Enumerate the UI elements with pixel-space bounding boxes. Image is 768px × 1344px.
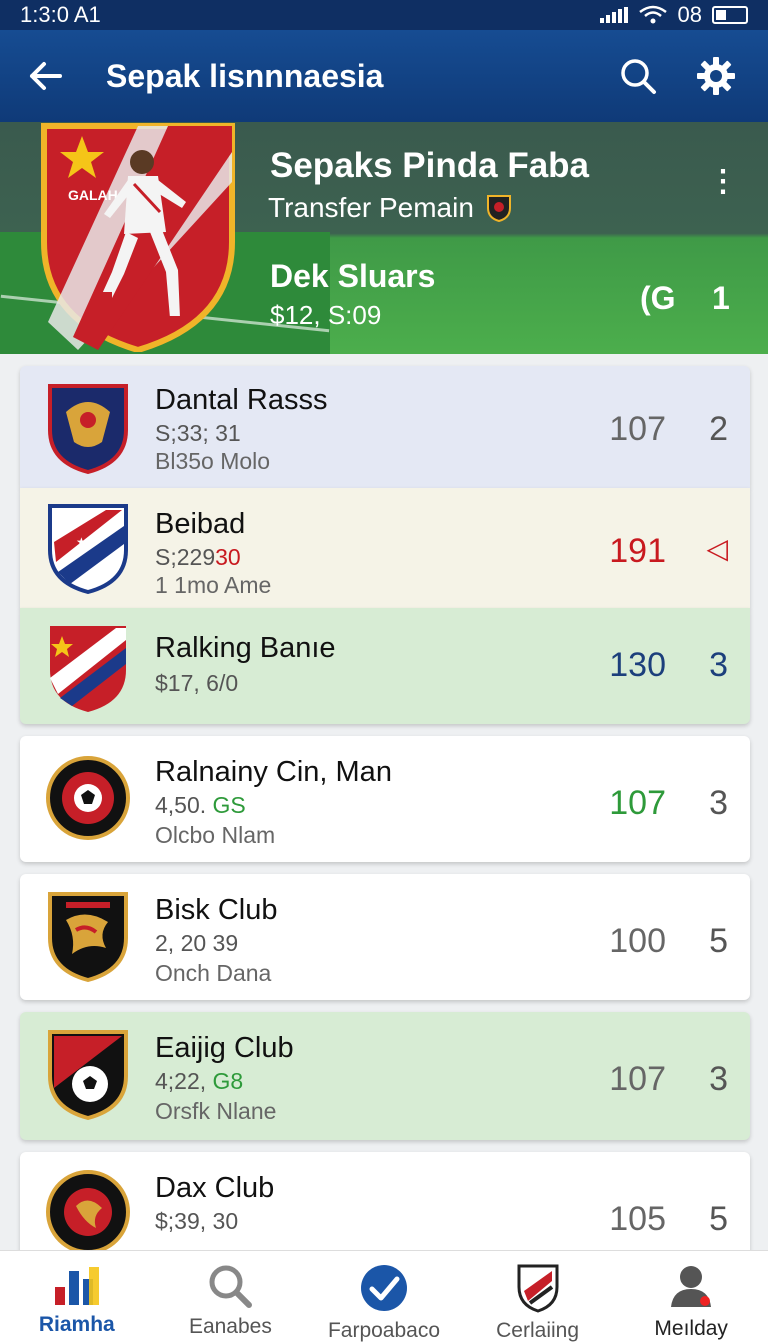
gold-round-crest-icon bbox=[46, 1170, 130, 1254]
club-subline: Bl35o Molo bbox=[155, 448, 271, 474]
shield-icon bbox=[517, 1264, 559, 1313]
nav-label: Eanabes bbox=[188, 1315, 272, 1338]
search-icon bbox=[209, 1265, 253, 1308]
price-highlight: 30 bbox=[215, 544, 241, 570]
featured-title: Sepaks Pinda Faba bbox=[270, 146, 590, 185]
nav-item-farpoabaco[interactable]: Farpoabaco bbox=[307, 1251, 461, 1344]
dragon-crest-icon bbox=[48, 892, 128, 982]
club-card[interactable]: Ralnainy Cin, Man 4,50. GS Olcbo Nlam 10… bbox=[20, 736, 750, 862]
check-circle-icon bbox=[360, 1265, 407, 1311]
search-button[interactable] bbox=[614, 52, 662, 100]
featured-club-crest-icon: GALAH bbox=[41, 123, 235, 352]
striped-shield-crest-icon: ★ bbox=[48, 504, 128, 594]
club-score: 130 bbox=[609, 646, 666, 684]
cell-signal-icon bbox=[599, 7, 628, 23]
club-subline: Olcbo Nlam bbox=[155, 822, 276, 848]
featured-transfer-card[interactable]: GALAH Sepaks Pinda Faba Transfer Pemain … bbox=[0, 122, 768, 354]
club-rank: 5 bbox=[709, 1200, 728, 1238]
featured-code: (G bbox=[640, 280, 676, 316]
nav-item-eanabes[interactable]: Eanabes bbox=[154, 1251, 308, 1344]
club-rank: 5 bbox=[709, 922, 728, 960]
search-icon bbox=[621, 59, 656, 94]
triangle-marker-icon: ◁ bbox=[706, 533, 728, 564]
club-price: S;33; 31 bbox=[155, 420, 241, 446]
club-card[interactable]: ★ Beibad S;22930 1 1mo Ame 191 ◁ bbox=[20, 488, 750, 608]
nav-label: Cerlaiing bbox=[496, 1319, 580, 1342]
club-score: 105 bbox=[609, 1200, 666, 1238]
featured-crest-text: GALAH bbox=[68, 187, 118, 203]
settings-button[interactable] bbox=[692, 52, 740, 100]
round-ball-crest-icon bbox=[46, 756, 130, 840]
club-rank: 3 bbox=[709, 646, 728, 684]
club-card[interactable]: Eaijig Club 4;22, G8 Orsfk Nlane 107 3 bbox=[20, 1012, 750, 1140]
svg-text:★: ★ bbox=[76, 535, 87, 549]
gear-icon bbox=[697, 57, 735, 95]
nav-label: Farpoabaco bbox=[327, 1319, 441, 1342]
club-score: 100 bbox=[609, 922, 666, 960]
bar-chart-icon bbox=[54, 1267, 99, 1305]
back-arrow-icon[interactable] bbox=[28, 61, 62, 91]
battery-text: 08 bbox=[677, 2, 702, 27]
club-name: Dantal Rasss bbox=[155, 384, 328, 416]
bottom-navigation: Riamha Eanabes Farpoabaco Cerlaiing Meıl… bbox=[0, 1250, 768, 1344]
club-subline: Onch Dana bbox=[155, 960, 272, 986]
nav-label: Meılday bbox=[654, 1317, 728, 1340]
mini-shield-icon bbox=[486, 195, 511, 222]
page-title: Sepak lisnnnaesia bbox=[106, 57, 384, 94]
club-rank: 3 bbox=[709, 1060, 728, 1098]
club-price: 4;22, G8 bbox=[155, 1068, 244, 1094]
club-name: Bisk Club bbox=[155, 894, 278, 926]
wifi-icon bbox=[638, 5, 667, 24]
featured-subtitle: Transfer Pemain bbox=[268, 192, 474, 223]
club-name: Beibad bbox=[155, 508, 246, 540]
app-bar: Sepak lisnnnaesia bbox=[0, 30, 768, 122]
status-bar: 1:3:0 A1 08 bbox=[0, 0, 768, 30]
club-card[interactable]: Ralking Banıe $17, 6/0 130 3 bbox=[20, 608, 750, 724]
club-rank: 3 bbox=[709, 784, 728, 822]
price-highlight: GS bbox=[212, 792, 246, 818]
featured-price: $12, S:09 bbox=[270, 300, 382, 330]
club-price: $17, 6/0 bbox=[155, 670, 239, 696]
club-price: 2, 20 39 bbox=[155, 930, 239, 956]
club-subline: Orsfk Nlane bbox=[155, 1098, 277, 1124]
battery-icon bbox=[712, 6, 748, 24]
club-rank: 2 bbox=[709, 410, 728, 448]
status-time: 1:3:0 A1 bbox=[20, 2, 101, 27]
nav-item-cerlaiing[interactable]: Cerlaiing bbox=[461, 1251, 615, 1344]
featured-subtitle-row: Transfer Pemain bbox=[268, 192, 512, 224]
club-score: 107 bbox=[609, 784, 666, 822]
featured-rank: 1 bbox=[712, 280, 730, 316]
club-price: S;22930 bbox=[155, 544, 241, 570]
club-name: Ralking Banıe bbox=[155, 632, 336, 664]
profile-icon bbox=[671, 1266, 712, 1307]
club-card[interactable]: Dantal Rasss S;33; 31 Bl35o Molo 107 2 bbox=[20, 366, 750, 488]
club-price: 4,50. GS bbox=[155, 792, 246, 818]
more-options-icon[interactable]: ⋮ bbox=[708, 164, 738, 199]
club-score: 191 bbox=[609, 532, 666, 570]
club-list: Dantal Rasss S;33; 31 Bl35o Molo 107 2 ★… bbox=[20, 366, 750, 1284]
status-icons: 08 bbox=[599, 2, 748, 28]
club-name: Eaijig Club bbox=[155, 1032, 294, 1064]
club-score: 107 bbox=[609, 1060, 666, 1098]
nav-item-riamha[interactable]: Riamha bbox=[0, 1251, 154, 1344]
navy-eagle-crest-icon bbox=[48, 384, 128, 474]
club-score: 107 bbox=[609, 410, 666, 448]
club-subline: 1 1mo Ame bbox=[155, 572, 272, 598]
price-highlight: G8 bbox=[212, 1068, 244, 1094]
red-black-ball-crest-icon bbox=[48, 1030, 128, 1120]
nav-label: Riamha bbox=[38, 1313, 115, 1336]
club-card[interactable]: Bisk Club 2, 20 39 Onch Dana 100 5 bbox=[20, 874, 750, 1000]
red-stripe-crest-icon bbox=[50, 626, 126, 712]
nav-item-meilday[interactable]: Meılday bbox=[614, 1251, 768, 1344]
featured-player-name: Dek Sluars bbox=[270, 258, 436, 294]
club-name: Dax Club bbox=[155, 1172, 275, 1204]
club-name: Ralnainy Cin, Man bbox=[155, 756, 392, 788]
club-price: $;39, 30 bbox=[155, 1208, 239, 1234]
